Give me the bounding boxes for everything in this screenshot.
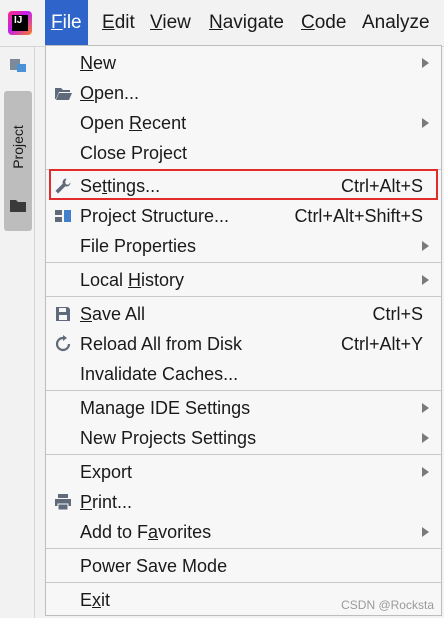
save-icon: [56, 307, 70, 321]
submenu-arrow-icon: [422, 58, 429, 68]
project-tab-label: Project: [10, 125, 26, 169]
menu-separator: [46, 390, 441, 391]
menu-analyze[interactable]: Analyze: [356, 0, 436, 46]
menu-separator: [46, 262, 441, 263]
menu-separator: [46, 169, 441, 170]
menu-item-local-history[interactable]: Local History: [46, 265, 441, 295]
submenu-arrow-icon: [422, 527, 429, 537]
menu-item-settings[interactable]: Settings... Ctrl+Alt+S: [46, 171, 441, 201]
menu-item-project-structure[interactable]: Project Structure... Ctrl+Alt+Shift+S: [46, 201, 441, 231]
menu-file[interactable]: File: [45, 0, 88, 46]
menu-code[interactable]: Code: [295, 0, 352, 46]
menu-bar: IJ File Edit View Navigate Code Analyze: [0, 0, 444, 47]
menu-item-file-properties[interactable]: File Properties: [46, 231, 441, 261]
watermark-text: CSDN @Rocksta: [341, 598, 434, 612]
shortcut-text: Ctrl+Alt+S: [340, 176, 423, 196]
menu-separator: [46, 582, 441, 583]
printer-icon: [55, 494, 71, 511]
menu-item-open[interactable]: Open...: [46, 78, 441, 108]
intellij-logo-icon[interactable]: IJ: [8, 11, 32, 35]
submenu-arrow-icon: [422, 118, 429, 128]
reload-icon: [55, 335, 71, 352]
shortcut-text: Ctrl+Alt+Y: [340, 334, 423, 354]
menu-item-close-project[interactable]: Close Project: [46, 138, 441, 168]
menu-item-new-projects-settings[interactable]: New Projects Settings: [46, 423, 441, 453]
submenu-arrow-icon: [422, 403, 429, 413]
submenu-arrow-icon: [422, 467, 429, 477]
shortcut-text: Ctrl+S: [372, 304, 423, 324]
menu-item-save-all[interactable]: Save All Ctrl+S: [46, 299, 441, 329]
menu-item-export[interactable]: Export: [46, 457, 441, 487]
menu-separator: [46, 548, 441, 549]
menu-item-power-save-mode[interactable]: Power Save Mode: [46, 551, 441, 581]
menu-item-new[interactable]: New: [46, 48, 441, 78]
menu-item-invalidate-caches[interactable]: Invalidate Caches...: [46, 359, 441, 389]
submenu-arrow-icon: [422, 433, 429, 443]
menu-navigate[interactable]: Navigate: [203, 0, 290, 46]
submenu-arrow-icon: [422, 275, 429, 285]
wrench-icon: [55, 178, 71, 194]
menu-item-reload-all[interactable]: Reload All from Disk Ctrl+Alt+Y: [46, 329, 441, 359]
menu-view[interactable]: View: [144, 0, 197, 46]
menu-separator: [46, 454, 441, 455]
project-structure-icon: [55, 210, 71, 222]
menu-item-print[interactable]: Print...: [46, 487, 441, 517]
menu-item-add-to-favorites[interactable]: Add to Favorites: [46, 517, 441, 547]
shortcut-text: Ctrl+Alt+Shift+S: [294, 206, 423, 226]
menu-item-manage-ide-settings[interactable]: Manage IDE Settings: [46, 393, 441, 423]
menu-item-open-recent[interactable]: Open Recent: [46, 108, 441, 138]
menu-edit[interactable]: Edit: [96, 0, 141, 46]
project-tool-window-tab[interactable]: Project: [4, 91, 32, 231]
menu-separator: [46, 296, 441, 297]
project-view-icon[interactable]: [9, 57, 27, 73]
folder-icon: [10, 200, 26, 212]
open-folder-icon: [55, 88, 72, 100]
file-menu-dropdown: New Open... Open Recent Close Project Se…: [45, 45, 442, 616]
left-tool-strip: Project: [0, 47, 35, 618]
submenu-arrow-icon: [422, 241, 429, 251]
